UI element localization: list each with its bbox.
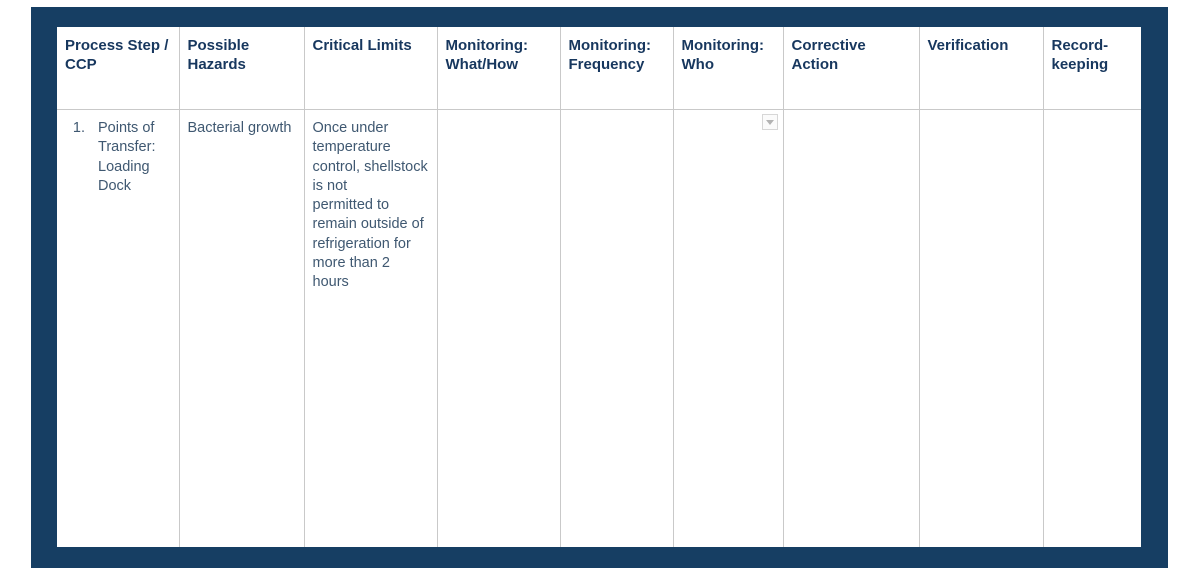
column-header-verification[interactable]: Verification	[918, 27, 1044, 110]
cell-critical-limits[interactable]: Once under temperature control, shellsto…	[303, 109, 438, 547]
document-navy-frame: Process Step / CCP Possible Hazards Crit…	[31, 7, 1168, 568]
haccp-table-surface: Process Step / CCP Possible Hazards Crit…	[57, 27, 1141, 547]
column-header-record-keeping[interactable]: Record-keeping	[1042, 27, 1141, 110]
haccp-plan-table: Process Step / CCP Possible Hazards Crit…	[57, 27, 1141, 547]
column-header-monitoring-who[interactable]: Monitoring: Who	[672, 27, 784, 110]
critical-limits-text: Once under temperature control, shellsto…	[312, 120, 428, 291]
column-header-monitoring-what-how[interactable]: Monitoring: What/How	[436, 27, 561, 110]
cell-verification[interactable]	[918, 109, 1044, 547]
cell-monitoring-frequency[interactable]	[559, 109, 674, 547]
cell-record-keeping[interactable]	[1042, 109, 1141, 547]
column-header-process-step-ccp[interactable]: Process Step / CCP	[57, 27, 180, 110]
process-step-list: Points of Transfer: Loading Dock	[65, 119, 171, 196]
table-body: Points of Transfer: Loading Dock Bacteri…	[57, 109, 1141, 547]
column-header-critical-limits[interactable]: Critical Limits	[303, 27, 438, 110]
cell-corrective-action[interactable]	[782, 109, 920, 547]
cell-possible-hazards[interactable]: Bacterial growth	[178, 109, 305, 547]
table-row: Points of Transfer: Loading Dock Bacteri…	[57, 109, 1141, 547]
possible-hazards-text: Bacterial growth	[187, 120, 292, 136]
chevron-down-glyph	[765, 119, 774, 125]
cell-monitoring-what-how[interactable]	[436, 109, 561, 547]
table-header-row: Process Step / CCP Possible Hazards Crit…	[57, 27, 1141, 110]
column-header-monitoring-frequency[interactable]: Monitoring: Frequency	[559, 27, 674, 110]
column-header-possible-hazards[interactable]: Possible Hazards	[178, 27, 305, 110]
table-header-row-group: Process Step / CCP Possible Hazards Crit…	[57, 27, 1141, 110]
column-header-corrective-action[interactable]: Corrective Action	[782, 27, 920, 110]
cell-process-step-ccp[interactable]: Points of Transfer: Loading Dock	[57, 109, 180, 547]
cell-monitoring-who[interactable]	[672, 109, 784, 547]
process-step-text: Points of Transfer: Loading Dock	[98, 120, 156, 194]
list-item: Points of Transfer: Loading Dock	[89, 119, 171, 196]
chevron-down-icon[interactable]	[761, 114, 778, 130]
